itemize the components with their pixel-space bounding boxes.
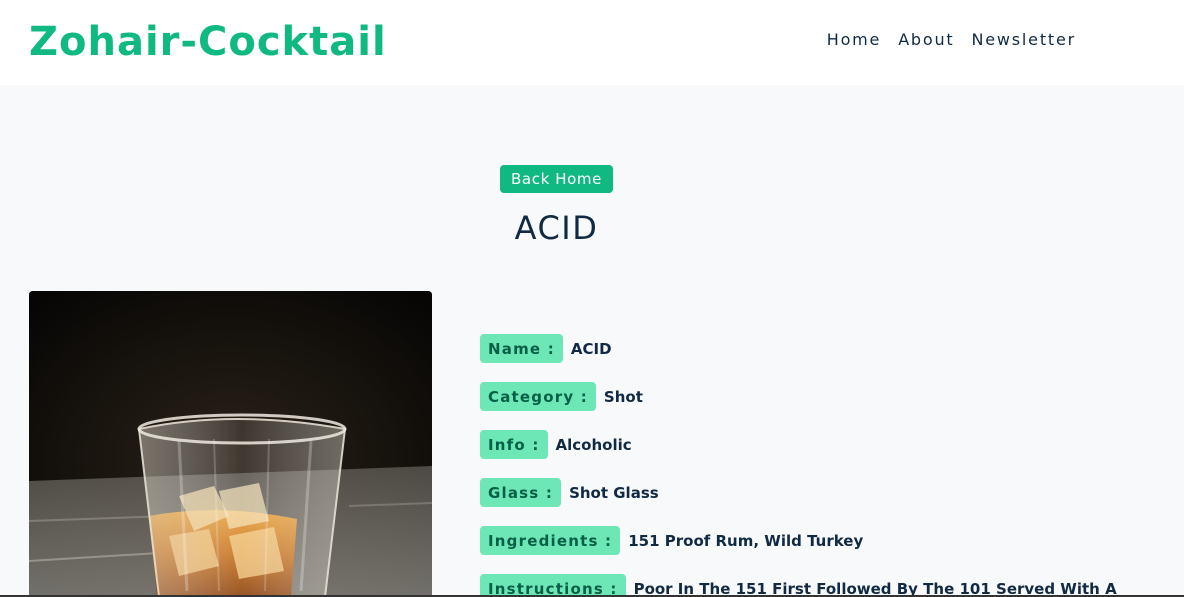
detail-row-glass: Glass : Shot Glass	[480, 478, 659, 507]
nav-links: Home About Newsletter	[827, 30, 1076, 49]
nav-link-newsletter[interactable]: Newsletter	[972, 30, 1077, 49]
detail-value: 151 Proof Rum, Wild Turkey	[628, 531, 864, 550]
nav-link-home[interactable]: Home	[827, 30, 881, 49]
detail-row-name: Name : ACID	[480, 334, 612, 363]
detail-row-ingredients: Ingredients : 151 Proof Rum, Wild Turkey	[480, 526, 863, 555]
detail-value: ACID	[570, 339, 612, 358]
detail-label: Info :	[480, 430, 548, 459]
detail-row-info: Info : Alcoholic	[480, 430, 632, 459]
brand-logo[interactable]: Zohair-Cocktail	[29, 18, 387, 66]
detail-value: Shot Glass	[569, 483, 659, 502]
detail-value: Alcoholic	[555, 435, 632, 454]
detail-label: Instructions :	[480, 574, 626, 597]
back-home-button[interactable]: Back Home	[500, 165, 613, 193]
cocktail-image	[29, 291, 432, 597]
detail-value: Shot	[603, 387, 643, 406]
detail-label: Category :	[480, 382, 596, 411]
page-title: ACID	[514, 209, 599, 247]
detail-row-category: Category : Shot	[480, 382, 643, 411]
detail-label: Ingredients :	[480, 526, 621, 555]
detail-row-instructions: Instructions : Poor In The 151 First Fol…	[480, 574, 1117, 597]
detail-label: Glass :	[480, 478, 562, 507]
detail-label: Name :	[480, 334, 563, 363]
navbar: Zohair-Cocktail Home About Newsletter	[0, 0, 1184, 85]
nav-link-about[interactable]: About	[898, 30, 954, 49]
